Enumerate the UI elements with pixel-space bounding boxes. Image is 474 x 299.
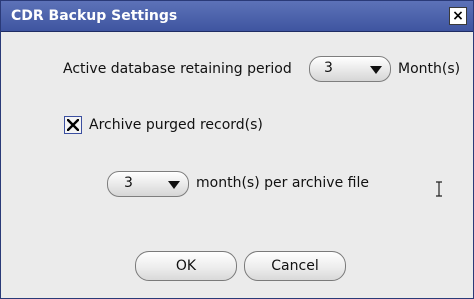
ok-button[interactable]: OK [135,251,237,281]
archive-purged-checkbox[interactable] [64,116,82,134]
archive-months-label: month(s) per archive file [196,175,369,191]
text-cursor-icon [436,181,442,197]
title-bar: CDR Backup Settings × [1,1,473,32]
close-icon: × [452,8,464,24]
chevron-down-icon [168,181,180,189]
check-icon [67,119,79,131]
retention-period-value: 3 [324,60,333,76]
archive-months-value: 3 [124,175,133,191]
chevron-down-icon [370,66,382,74]
dialog-title: CDR Backup Settings [11,8,178,24]
retention-unit-label: Month(s) [398,61,461,77]
cancel-button[interactable]: Cancel [244,251,346,281]
retention-period-label: Active database retaining period [63,61,292,77]
archive-months-dropdown[interactable]: 3 [107,171,189,197]
retention-period-dropdown[interactable]: 3 [309,56,391,82]
dialog-content: Active database retaining period 3 Month… [1,32,473,298]
dialog-window: CDR Backup Settings × Active database re… [0,0,474,299]
archive-purged-label: Archive purged record(s) [89,117,263,133]
close-button[interactable]: × [449,7,467,25]
